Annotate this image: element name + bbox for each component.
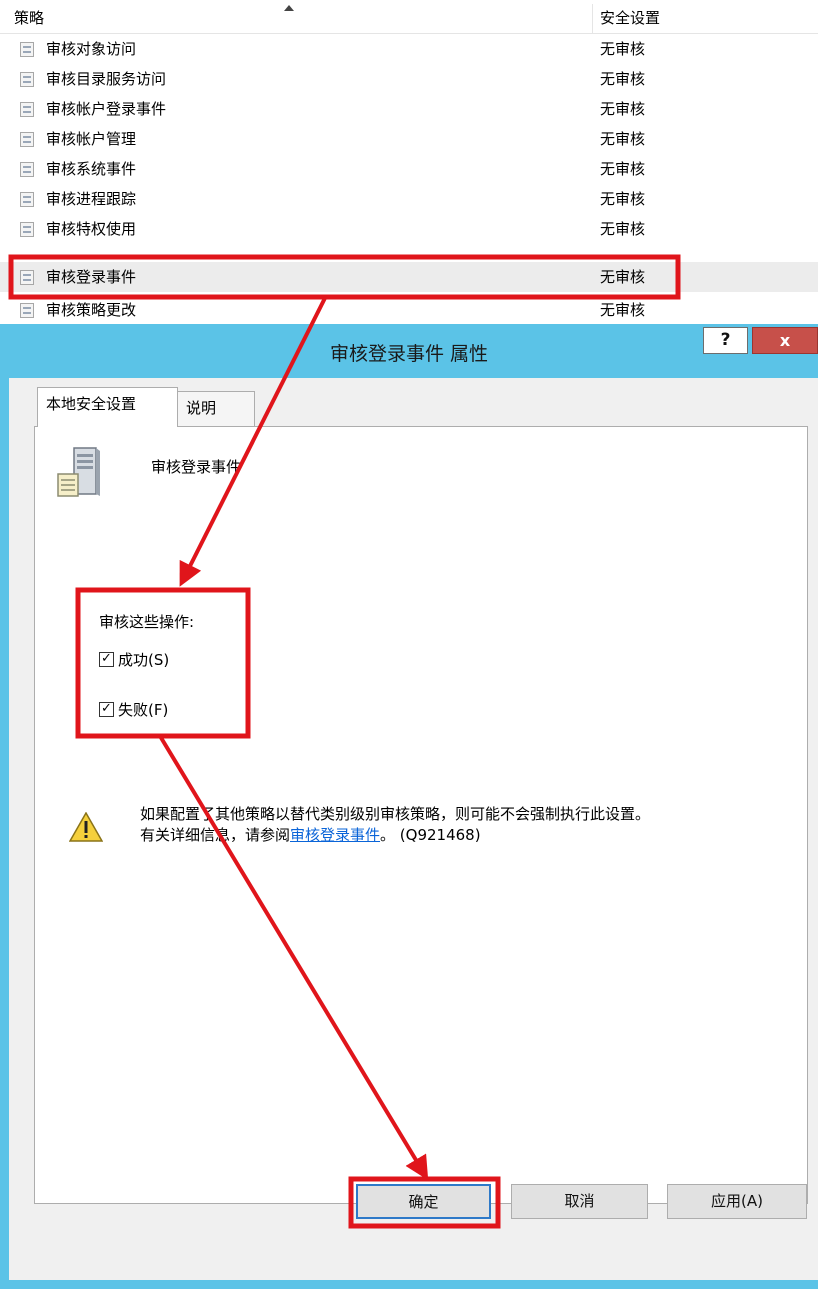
policy-setting: 无审核 — [600, 220, 646, 238]
success-label[interactable]: 成功(S) — [118, 649, 169, 671]
close-button[interactable]: x — [752, 327, 818, 354]
list-row-audit-privilege-use[interactable]: 审核特权使用 无审核 — [0, 214, 818, 244]
column-header-setting[interactable]: 安全设置 — [600, 0, 660, 33]
list-row-audit-account-management[interactable]: 审核帐户管理 无审核 — [0, 124, 818, 154]
list-header: 策略 安全设置 — [0, 0, 818, 34]
policy-item-icon — [20, 303, 34, 318]
list-row-audit-logon-events[interactable]: 审核登录事件 无审核 — [0, 262, 818, 292]
policy-name: 审核目录服务访问 — [46, 70, 167, 88]
policy-name: 审核帐户管理 — [46, 130, 137, 148]
checkmark-icon: ✓ — [101, 701, 112, 716]
sort-ascending-icon — [284, 5, 294, 11]
apply-button[interactable]: 应用(A) — [667, 1184, 807, 1219]
policy-setting: 无审核 — [600, 100, 646, 118]
policy-item-icon — [20, 102, 34, 117]
checkmark-icon: ✓ — [101, 651, 112, 666]
failure-label[interactable]: 失败(F) — [118, 699, 168, 721]
warning-line2: 有关详细信息，请参阅审核登录事件。 (Q921468) — [140, 825, 780, 846]
list-row-audit-system-events[interactable]: 审核系统事件 无审核 — [0, 154, 818, 184]
policy-setting: 无审核 — [600, 301, 646, 319]
policy-name: 审核特权使用 — [46, 220, 137, 238]
policy-title: 审核登录事件 — [151, 458, 242, 476]
failure-checkbox[interactable]: ✓ — [99, 702, 114, 717]
policy-name: 审核进程跟踪 — [46, 190, 137, 208]
policy-setting: 无审核 — [600, 40, 646, 58]
column-header-policy[interactable]: 策略 — [14, 0, 584, 33]
policy-setting: 无审核 — [600, 70, 646, 88]
warning-line2-suffix: 。 (Q921468) — [380, 826, 481, 844]
help-button[interactable]: ? — [703, 327, 748, 354]
properties-dialog: 审核登录事件 属性 ? x 本地安全设置 说明 审核登录事件 审核这些操作: ✓… — [0, 324, 818, 1289]
list-row-audit-directory-service-access[interactable]: 审核目录服务访问 无审核 — [0, 64, 818, 94]
policy-setting: 无审核 — [600, 160, 646, 178]
column-divider[interactable] — [592, 4, 593, 33]
policy-item-icon — [20, 132, 34, 147]
policy-name: 审核登录事件 — [46, 268, 137, 286]
policy-item-icon — [20, 192, 34, 207]
list-row-audit-object-access[interactable]: 审核对象访问 无审核 — [0, 34, 818, 64]
audit-actions-label: 审核这些操作: — [99, 613, 195, 631]
server-document-icon — [57, 447, 100, 497]
tab-local-security-setting[interactable]: 本地安全设置 — [37, 387, 178, 427]
policy-item-icon — [20, 162, 34, 177]
help-link[interactable]: 审核登录事件 — [290, 826, 380, 844]
policy-item-icon — [20, 222, 34, 237]
tab-explain[interactable]: 说明 — [177, 391, 255, 426]
policy-list: 策略 安全设置 审核对象访问 无审核 审核目录服务访问 无审核 审核帐户登录事件… — [0, 0, 818, 325]
list-row-audit-policy-change[interactable]: 审核策略更改 无审核 — [0, 295, 818, 325]
success-checkbox[interactable]: ✓ — [99, 652, 114, 667]
dialog-titlebar[interactable]: 审核登录事件 属性 ? x — [0, 324, 818, 378]
policy-setting: 无审核 — [600, 268, 646, 286]
policy-item-icon — [20, 42, 34, 57]
warning-line2-prefix: 有关详细信息，请参阅 — [140, 826, 291, 844]
cancel-button[interactable]: 取消 — [511, 1184, 648, 1219]
list-row-audit-process-tracking[interactable]: 审核进程跟踪 无审核 — [0, 184, 818, 214]
policy-setting: 无审核 — [600, 190, 646, 208]
policy-name: 审核系统事件 — [46, 160, 137, 178]
policy-item-icon — [20, 72, 34, 87]
policy-name: 审核帐户登录事件 — [46, 100, 167, 118]
dialog-title: 审核登录事件 属性 — [329, 343, 489, 365]
policy-name: 审核对象访问 — [46, 40, 137, 58]
policy-setting: 无审核 — [600, 130, 646, 148]
warning-text: 如果配置了其他策略以替代类别级别审核策略，则可能不会强制执行此设置。 有关详细信… — [140, 804, 780, 846]
tab-label: 本地安全设置 — [46, 395, 137, 413]
warning-icon — [69, 812, 103, 842]
policy-item-icon — [20, 270, 34, 285]
ok-button[interactable]: 确定 — [356, 1184, 491, 1219]
list-row-audit-account-logon-events[interactable]: 审核帐户登录事件 无审核 — [0, 94, 818, 124]
warning-line1: 如果配置了其他策略以替代类别级别审核策略，则可能不会强制执行此设置。 — [140, 805, 651, 823]
tab-label: 说明 — [186, 399, 217, 417]
policy-name: 审核策略更改 — [46, 301, 137, 319]
